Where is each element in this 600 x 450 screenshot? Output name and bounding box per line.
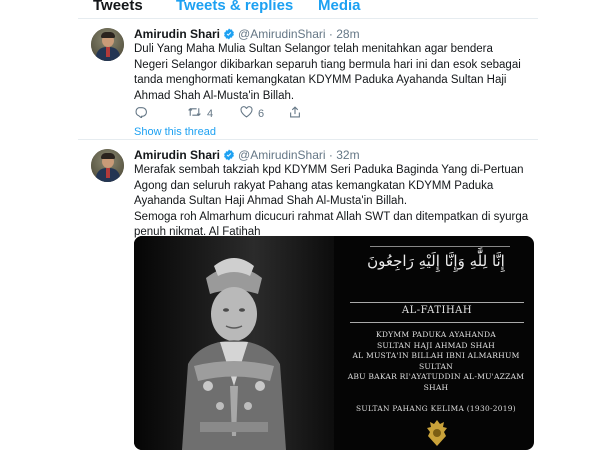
pahang-crest-icon bbox=[424, 418, 450, 450]
show-thread-link[interactable]: Show this thread bbox=[134, 126, 216, 138]
reply-icon bbox=[134, 106, 147, 121]
retweet-count: 4 bbox=[207, 107, 214, 120]
divider bbox=[350, 302, 524, 303]
tweet-header: Amirudin Shari @AmirudinShari · 28m bbox=[134, 26, 360, 42]
tab-tweets-and-replies[interactable]: Tweets & replies bbox=[176, 0, 293, 15]
avatar[interactable] bbox=[91, 28, 124, 61]
like-icon bbox=[240, 106, 253, 121]
like-count: 6 bbox=[258, 107, 265, 120]
author-name[interactable]: Amirudin Shari bbox=[134, 27, 220, 41]
author-name[interactable]: Amirudin Shari bbox=[134, 148, 220, 162]
share-icon bbox=[289, 106, 301, 121]
tweet-image[interactable]: إِنَّا لِلَّٰهِ وَإِنَّا إِلَيْهِ رَاجِع… bbox=[134, 236, 534, 450]
reply-button[interactable] bbox=[134, 106, 147, 121]
arabic-inscription: إِنَّا لِلَّٰهِ وَإِنَّا إِلَيْهِ رَاجِع… bbox=[367, 252, 505, 270]
al-fatihah-label: AL-FATIHAH bbox=[401, 305, 473, 316]
retweet-icon bbox=[187, 106, 202, 121]
author-handle[interactable]: @AmirudinShari bbox=[238, 148, 326, 162]
royal-title-line: SULTAN HAJI AHMAD SHAH bbox=[377, 340, 495, 350]
share-button[interactable] bbox=[289, 106, 301, 121]
tweet[interactable]: Amirudin Shari @AmirudinShari · 32m Meraf… bbox=[78, 140, 538, 450]
royal-title-line: KDYMM PADUKA AYAHANDA bbox=[376, 330, 496, 339]
tab-tweets[interactable]: Tweets bbox=[93, 0, 143, 15]
tweet-time[interactable]: 32m bbox=[336, 148, 359, 162]
like-button[interactable]: 6 bbox=[240, 106, 264, 121]
tweet-header: Amirudin Shari @AmirudinShari · 32m bbox=[134, 147, 360, 163]
profile-timeline: Tweets Tweets & replies Media Amirudin S… bbox=[78, 0, 538, 450]
tweet-text: Merafak sembah takziah kpd KDYMM Seri Pa… bbox=[134, 163, 529, 241]
author-handle[interactable]: @AmirudinShari bbox=[238, 27, 326, 41]
tweet[interactable]: Amirudin Shari @AmirudinShari · 28m Duli … bbox=[78, 18, 538, 140]
sultan-pahang-caption: SULTAN PAHANG KELIMA (1930-2019) bbox=[356, 404, 516, 413]
royal-title: KDYMM PADUKA AYAHANDA SULTAN HAJI AHMAD … bbox=[340, 330, 532, 393]
tab-media[interactable]: Media bbox=[318, 0, 361, 15]
royal-title-line: ABU BAKAR RI'AYATUDDIN AL-MU'AZZAM SHAH bbox=[347, 372, 525, 392]
tweet-time[interactable]: 28m bbox=[336, 27, 359, 41]
avatar[interactable] bbox=[91, 149, 124, 182]
separator-dot: · bbox=[328, 148, 333, 162]
tweet-text: Duli Yang Maha Mulia Sultan Selangor tel… bbox=[134, 43, 521, 102]
divider bbox=[350, 322, 524, 323]
profile-tabs: Tweets Tweets & replies Media bbox=[78, 0, 538, 18]
sultan-portrait-image bbox=[134, 236, 334, 450]
retweet-button[interactable]: 4 bbox=[187, 106, 213, 121]
separator-dot: · bbox=[328, 27, 333, 41]
tweet-text-paragraph-1: Merafak sembah takziah kpd KDYMM Seri Pa… bbox=[134, 164, 524, 207]
decorative-line bbox=[370, 246, 510, 249]
royal-title-line: AL MUSTA'IN BILLAH IBNI ALMARHUM SULTAN bbox=[352, 351, 520, 371]
